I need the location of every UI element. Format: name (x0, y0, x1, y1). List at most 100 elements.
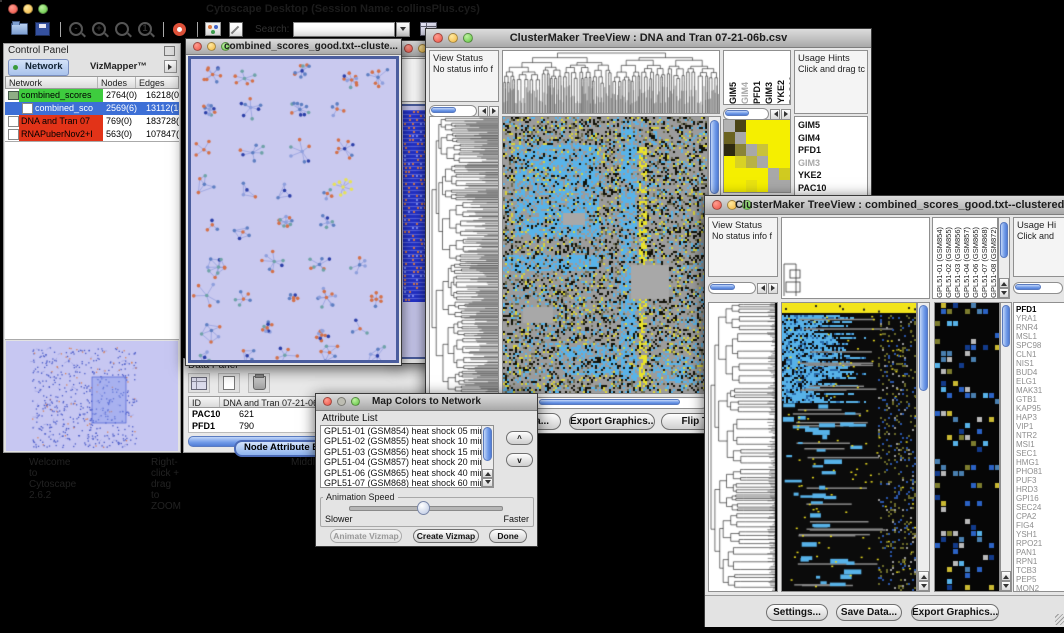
new-attribute-icon[interactable] (218, 373, 240, 393)
treeview1-titlebar[interactable]: ClusterMaker TreeView : DNA and Tran 07-… (426, 29, 871, 48)
network-row[interactable]: DNA and Tran 07769(0)183728(0) (5, 115, 179, 128)
gene-label[interactable]: YRA1 (1014, 314, 1064, 323)
tv1-array-dendrogram[interactable] (502, 50, 720, 114)
gene-label[interactable]: TCB3 (1014, 566, 1064, 575)
dialog-titlebar[interactable]: Map Colors to Network (316, 394, 537, 411)
tv2-zoom-vscrollbar[interactable] (1000, 302, 1012, 592)
tv2-button-2[interactable]: Export Graphics... (911, 604, 999, 621)
gene-label[interactable]: BUD4 (1014, 368, 1064, 377)
minimize-icon[interactable] (207, 42, 216, 51)
minimize-icon[interactable] (448, 33, 458, 43)
minimize-icon[interactable] (23, 4, 33, 14)
tv2-status-scrollbar[interactable] (708, 282, 778, 294)
array-label[interactable]: GIM5 (728, 82, 738, 104)
gene-label[interactable]: PHO81 (1014, 467, 1064, 476)
gene-label[interactable]: SEC1 (1014, 449, 1064, 458)
attribute-list-item[interactable]: GPL51-06 (GSM865) heat shock 40 min (321, 468, 481, 478)
network-canvas[interactable] (188, 56, 399, 363)
close-icon[interactable] (323, 397, 332, 406)
tv2-heatmap-vscrollbar[interactable] (917, 302, 930, 592)
tv1-gene-dendrogram[interactable] (429, 116, 499, 394)
array-label[interactable]: GPL51-08 (GSM872) (989, 227, 998, 298)
help-icon[interactable] (169, 20, 189, 38)
gene-label[interactable]: ELG1 (1014, 377, 1064, 386)
float-panel-icon[interactable] (164, 46, 175, 56)
array-label[interactable]: GPL51-03 (GSM856) (953, 227, 962, 298)
animate-vizmap-button[interactable]: Animate Vizmap (330, 529, 402, 543)
attribute-list-item[interactable]: GPL51-07 (GSM868) heat shock 60 min (321, 478, 481, 487)
gene-label[interactable]: PUF3 (1014, 476, 1064, 485)
gene-label[interactable]: RNR4 (1014, 323, 1064, 332)
gene-label[interactable]: MAK31 (1014, 386, 1064, 395)
array-label[interactable]: PAC10 (788, 76, 791, 104)
gene-label[interactable]: MSI1 (1014, 440, 1064, 449)
close-icon[interactable] (712, 200, 722, 210)
gene-label[interactable]: MSL1 (1014, 332, 1064, 341)
array-label[interactable]: GPL51-01 (GSM854) (935, 227, 944, 298)
array-label[interactable]: YKE2 (776, 80, 786, 104)
tv2-button-0[interactable]: Settings... (766, 604, 828, 621)
gene-label[interactable]: CLN1 (1014, 350, 1064, 359)
close-icon[interactable] (193, 42, 202, 51)
attribute-list-scrollbar[interactable] (481, 426, 493, 487)
tab-vizmapper[interactable]: VizMapper™ (90, 59, 147, 74)
network-palette-icon[interactable] (203, 20, 223, 38)
gene-label[interactable]: NTR2 (1014, 431, 1064, 440)
tv2-array-dendrogram[interactable] (781, 217, 930, 299)
resize-grip[interactable] (1055, 614, 1064, 625)
close-icon[interactable] (433, 33, 443, 43)
more-tabs-icon[interactable] (164, 60, 177, 73)
network-row[interactable]: combined_sco2569(6)13112(15) (5, 102, 179, 115)
attribute-area[interactable] (5, 141, 179, 339)
zoom-in-icon[interactable]: + (89, 20, 109, 38)
slider-thumb-icon[interactable] (417, 501, 430, 515)
gene-label[interactable]: CPA2 (1014, 512, 1064, 521)
attribute-list-item[interactable]: GPL51-02 (GSM855) heat shock 10 min (321, 436, 481, 446)
save-icon[interactable] (32, 20, 52, 38)
attribute-table-icon[interactable] (188, 373, 210, 393)
create-vizmap-button[interactable]: Create Vizmap (413, 529, 479, 543)
open-file-icon[interactable] (9, 20, 29, 38)
zoom-selected-icon[interactable] (112, 20, 132, 38)
search-input[interactable] (293, 22, 395, 37)
gene-label[interactable]: SEC24 (1014, 503, 1064, 512)
gene-label[interactable]: YKE2 (798, 169, 867, 182)
gene-label[interactable]: GIM4 (798, 132, 867, 145)
gene-label[interactable]: PFD1 (798, 144, 867, 157)
gene-label[interactable]: SPC98 (1014, 341, 1064, 350)
annotation-icon[interactable] (226, 20, 246, 38)
tv1-correlation-submatrix[interactable] (723, 119, 791, 193)
array-label[interactable]: GPL51-07 (GSM868) (980, 227, 989, 298)
tv1-button-1[interactable]: Export Graphics... (569, 413, 655, 430)
gene-label[interactable]: GPI16 (1014, 494, 1064, 503)
gene-label[interactable]: KAP95 (1014, 404, 1064, 413)
search-dropdown-icon[interactable] (396, 22, 410, 37)
attribute-list-item[interactable]: GPL51-01 (GSM854) heat shock 05 min (321, 426, 481, 436)
done-button[interactable]: Done (489, 529, 527, 543)
array-label[interactable]: GIM4 (740, 82, 750, 104)
gene-label[interactable]: PAN1 (1014, 548, 1064, 557)
tv2-gene-dendrogram[interactable] (708, 302, 778, 592)
window-controls[interactable] (8, 4, 48, 14)
gene-label[interactable]: GTB1 (1014, 395, 1064, 404)
table-row[interactable]: PFD1790 (189, 420, 323, 432)
gene-label[interactable]: GIM5 (798, 119, 867, 132)
array-label[interactable]: PFD1 (752, 81, 762, 104)
network-row[interactable]: RNAPuberNov2+I563(0)107847(0) (5, 128, 179, 141)
attribute-list-item[interactable]: GPL51-04 (GSM857) heat shock 20 min (321, 457, 481, 467)
tv2-button-1[interactable]: Save Data... (836, 604, 902, 621)
array-label[interactable]: GIM3 (764, 82, 774, 104)
gene-label[interactable]: RPN1 (1014, 557, 1064, 566)
close-icon[interactable] (404, 44, 413, 53)
close-icon[interactable] (8, 4, 18, 14)
zoom-window-icon[interactable] (38, 4, 48, 14)
gene-label[interactable]: HRD3 (1014, 485, 1064, 494)
data-table-header[interactable]: ID DNA and Tran 07-21-06 (188, 396, 322, 408)
move-down-button[interactable]: v (506, 453, 533, 467)
delete-attribute-icon[interactable] (248, 373, 270, 393)
gene-label[interactable]: YSH1 (1014, 530, 1064, 539)
array-label[interactable]: GPL51-02 (GSM855) (944, 227, 953, 298)
network-table-header[interactable]: Network Nodes Edges (5, 76, 179, 89)
gene-label[interactable]: GIM3 (798, 157, 867, 170)
zoom-window-icon[interactable] (463, 33, 473, 43)
